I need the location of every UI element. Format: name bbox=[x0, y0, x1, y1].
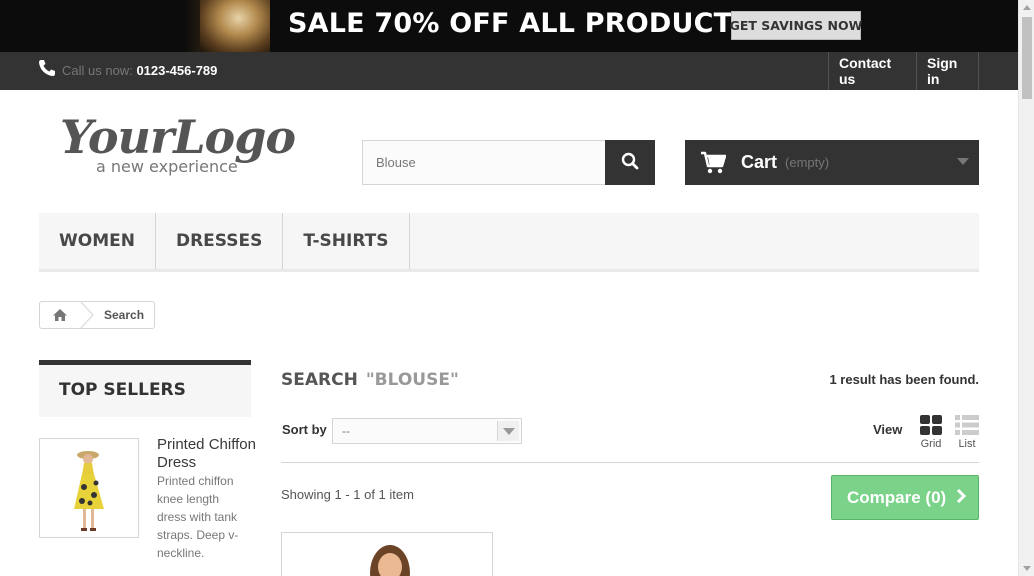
logo-tagline: a new experience bbox=[96, 157, 238, 176]
scroll-down-icon[interactable] bbox=[1023, 566, 1031, 571]
phone-number: 0123-456-789 bbox=[136, 63, 218, 78]
showing-count: Showing 1 - 1 of 1 item bbox=[281, 487, 414, 502]
top-seller-name[interactable]: Printed Chiffon Dress bbox=[157, 436, 257, 472]
breadcrumb-separator-icon bbox=[79, 300, 94, 330]
menu-item-women[interactable]: WOMEN bbox=[39, 213, 156, 269]
promo-banner[interactable]: SALE 70% OFF ALL PRODUCTS GET SAVINGS NO… bbox=[0, 0, 1018, 52]
top-sellers-block: TOP SELLERS bbox=[39, 360, 251, 417]
top-nav-bar: Call us now: 0123-456-789 Contact us Sig… bbox=[0, 52, 1018, 90]
top-seller-thumbnail[interactable] bbox=[39, 438, 139, 538]
banner-model-image bbox=[200, 0, 270, 52]
breadcrumb-current: Search bbox=[104, 308, 145, 322]
results-count: 1 result has been found. bbox=[829, 372, 979, 387]
call-us-label: Call us now: bbox=[62, 63, 133, 78]
chevron-right-icon bbox=[956, 488, 967, 508]
get-savings-button[interactable]: GET SAVINGS NOW bbox=[730, 11, 862, 40]
product-card[interactable] bbox=[281, 532, 493, 576]
phone-icon bbox=[38, 59, 56, 77]
grid-view-button[interactable]: Grid bbox=[918, 414, 944, 452]
cart-icon bbox=[700, 151, 727, 175]
sort-select[interactable]: -- bbox=[332, 418, 522, 444]
chevron-down-icon bbox=[497, 421, 519, 441]
logo-wordmark: YourLogo bbox=[60, 110, 296, 164]
search-form bbox=[362, 140, 655, 185]
menu-item-t-shirts[interactable]: T-SHIRTS bbox=[283, 213, 410, 269]
page-title: SEARCH "BLOUSE" bbox=[281, 370, 459, 390]
breadcrumb: Search bbox=[39, 300, 155, 330]
search-query: "BLOUSE" bbox=[365, 370, 459, 390]
cart-button[interactable]: Cart (empty) bbox=[685, 140, 979, 185]
sort-select-value: -- bbox=[342, 424, 350, 438]
chevron-down-icon bbox=[957, 158, 969, 165]
search-icon bbox=[621, 152, 639, 173]
cart-status: (empty) bbox=[785, 155, 830, 170]
top-seller-description: Printed chiffon knee length dress with t… bbox=[157, 474, 239, 560]
scroll-up-icon[interactable] bbox=[1023, 5, 1031, 10]
scrollbar-thumb[interactable] bbox=[1022, 17, 1032, 99]
grid-view-label: Grid bbox=[920, 438, 942, 450]
list-view-button[interactable]: List bbox=[954, 414, 980, 452]
cart-label: Cart bbox=[741, 152, 778, 172]
search-input[interactable] bbox=[362, 140, 606, 185]
page-scrollbar[interactable] bbox=[1018, 0, 1034, 576]
sort-by-label: Sort by bbox=[282, 422, 327, 437]
compare-label: Compare (0) bbox=[847, 487, 947, 507]
menu-item-dresses[interactable]: DRESSES bbox=[156, 213, 284, 269]
call-us-text: Call us now: 0123-456-789 bbox=[62, 63, 217, 78]
banner-headline: SALE 70% OFF ALL PRODUCTS bbox=[288, 8, 752, 39]
search-heading: SEARCH bbox=[281, 370, 358, 390]
list-view-label: List bbox=[958, 438, 976, 450]
contact-us-link[interactable]: Contact us bbox=[828, 52, 917, 90]
top-sellers-title[interactable]: TOP SELLERS bbox=[59, 380, 186, 400]
main-menu: WOMEN DRESSES T-SHIRTS bbox=[39, 213, 979, 272]
sign-in-link[interactable]: Sign in bbox=[916, 52, 979, 90]
site-logo[interactable]: YourLogo a new experience bbox=[60, 110, 300, 180]
divider bbox=[281, 462, 979, 463]
search-button[interactable] bbox=[605, 140, 655, 185]
view-label: View bbox=[873, 422, 903, 437]
compare-button[interactable]: Compare (0) bbox=[831, 475, 979, 520]
home-icon[interactable] bbox=[40, 302, 80, 328]
